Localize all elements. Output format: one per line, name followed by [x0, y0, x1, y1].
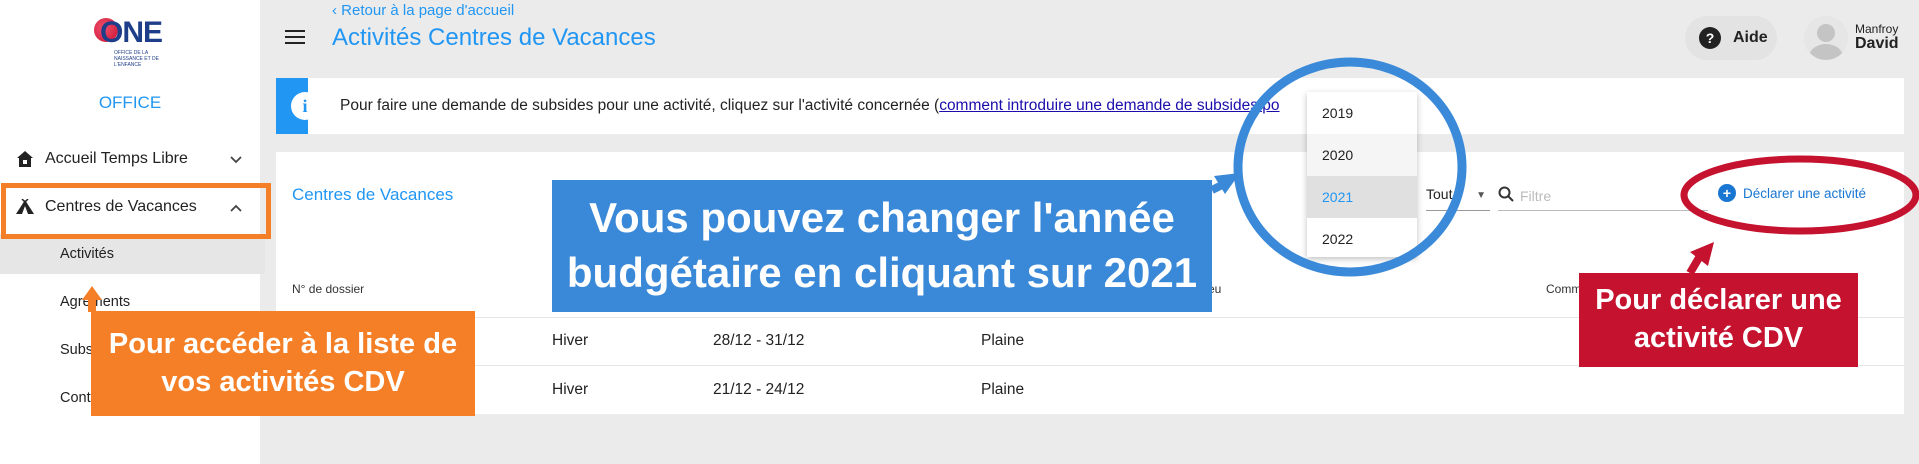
annotation-note-red: Pour déclarer une activité CDV: [1579, 273, 1858, 367]
annotation-arrow-orange-head: [82, 286, 102, 300]
annotation-ellipse-red: [1680, 155, 1919, 235]
annotation-note-orange: Pour accéder à la liste de vos activités…: [91, 311, 475, 416]
annotation-circle-blue: [1233, 57, 1467, 277]
annotation-note-blue: Vous pouvez changer l'année budgétaire e…: [552, 180, 1212, 312]
